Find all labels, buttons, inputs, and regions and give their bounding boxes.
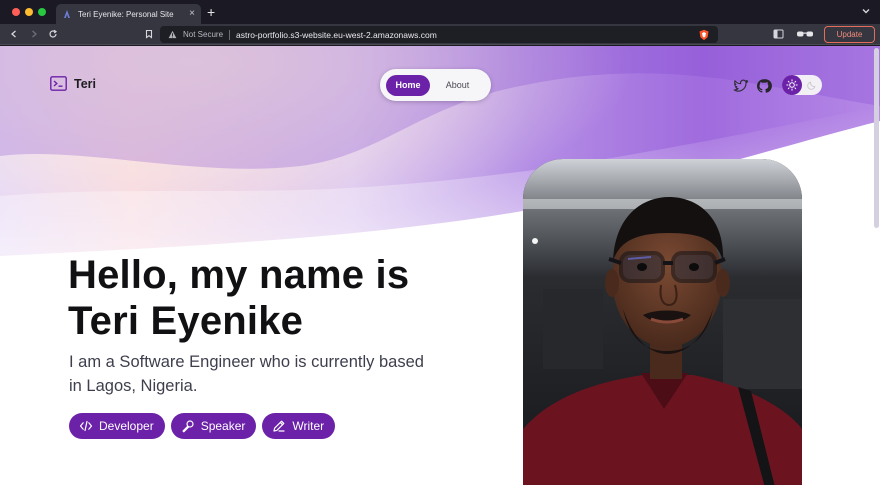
forward-arrow-icon bbox=[32, 30, 37, 38]
favicon-icon bbox=[64, 10, 70, 18]
twitter-icon[interactable] bbox=[733, 78, 749, 94]
address-bar[interactable]: Not Secure astro-portfolio.s3-website.eu… bbox=[160, 26, 718, 43]
role-label: Developer bbox=[99, 419, 154, 433]
sun-icon bbox=[786, 79, 798, 91]
new-tab-button[interactable]: + bbox=[207, 4, 215, 20]
role-label: Writer bbox=[292, 419, 325, 433]
tab-title: Teri Eyenike: Personal Site bbox=[78, 9, 174, 19]
role-chip-developer[interactable]: Developer bbox=[69, 413, 165, 439]
logo-text: Teri bbox=[74, 76, 96, 91]
back-button[interactable] bbox=[8, 28, 20, 40]
glasses-icon bbox=[797, 31, 813, 37]
tab-close-icon[interactable]: × bbox=[189, 9, 195, 19]
browser-tab-bar: Teri Eyenike: Personal Site × + bbox=[0, 0, 880, 24]
security-status[interactable]: Not Secure bbox=[183, 30, 223, 39]
private-mode-button[interactable] bbox=[795, 28, 815, 40]
nav-home-link[interactable]: Home bbox=[386, 74, 430, 96]
subheading-line-2: in Lagos, Nigeria. bbox=[69, 377, 198, 395]
zoom-window-button[interactable] bbox=[38, 8, 46, 16]
code-icon bbox=[79, 420, 93, 432]
url-divider bbox=[229, 29, 231, 40]
bookmark-icon bbox=[145, 29, 153, 39]
subheading-line-1: I am a Software Engineer who is currentl… bbox=[69, 353, 424, 371]
forward-button[interactable] bbox=[28, 28, 40, 40]
close-window-button[interactable] bbox=[12, 8, 20, 16]
warning-icon bbox=[168, 30, 177, 39]
hero-headline: Hello, my name is Teri Eyenike bbox=[68, 252, 488, 344]
brave-shield-icon[interactable] bbox=[698, 29, 710, 41]
github-icon[interactable] bbox=[756, 78, 772, 94]
main-nav: Home About bbox=[380, 69, 491, 101]
portrait-illustration bbox=[523, 159, 802, 485]
site-logo[interactable]: Teri bbox=[50, 76, 96, 91]
sidebar-icon bbox=[773, 29, 783, 39]
hero-subheading: I am a Software Engineer who is currentl… bbox=[69, 350, 449, 398]
role-label: Speaker bbox=[200, 419, 246, 433]
reload-icon bbox=[49, 29, 58, 38]
role-chip-speaker[interactable]: Speaker bbox=[170, 413, 257, 439]
bookmark-button[interactable] bbox=[143, 28, 155, 40]
page-viewport: Teri Home About Hello, my name is Teri E… bbox=[0, 46, 880, 485]
terminal-icon bbox=[50, 76, 67, 91]
toggle-knob bbox=[782, 75, 802, 95]
headline-line-1: Hello, my name is bbox=[68, 253, 410, 297]
browser-tab[interactable]: Teri Eyenike: Personal Site × bbox=[56, 4, 201, 24]
minimize-window-button[interactable] bbox=[25, 8, 33, 16]
chevron-down-icon[interactable] bbox=[860, 5, 872, 17]
role-chip-writer[interactable]: Writer bbox=[262, 413, 336, 439]
url-text[interactable]: astro-portfolio.s3-website.eu-west-2.ama… bbox=[236, 30, 692, 40]
pen-icon bbox=[273, 420, 286, 432]
moon-icon bbox=[807, 81, 816, 90]
sidebar-button[interactable] bbox=[772, 28, 784, 40]
nav-about-link[interactable]: About bbox=[430, 80, 485, 90]
browser-toolbar: Not Secure astro-portfolio.s3-website.eu… bbox=[0, 24, 880, 45]
theme-toggle[interactable] bbox=[782, 75, 822, 95]
update-button[interactable]: Update bbox=[824, 26, 875, 43]
microphone-icon bbox=[182, 420, 194, 433]
profile-photo bbox=[523, 159, 802, 485]
page-scrollbar[interactable] bbox=[874, 48, 879, 228]
headline-line-2: Teri Eyenike bbox=[68, 299, 304, 343]
reload-button[interactable] bbox=[47, 28, 59, 40]
back-arrow-icon bbox=[11, 30, 16, 38]
role-chips: Developer Speaker Writer bbox=[69, 413, 336, 439]
